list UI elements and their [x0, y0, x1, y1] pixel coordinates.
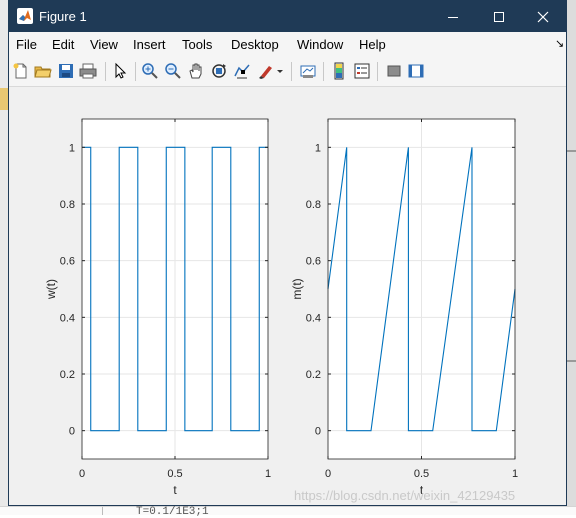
chart2-y-tick-label: 0.4: [306, 312, 321, 324]
toolbar-separator: [291, 62, 292, 81]
brush-dropdown-icon[interactable]: [275, 62, 285, 80]
chart2-y-tick-label: 0.2: [306, 369, 321, 381]
toolbar-separator: [323, 62, 324, 81]
close-icon: [537, 11, 549, 22]
window-title: Figure 1: [39, 9, 87, 24]
print-icon[interactable]: [79, 62, 97, 80]
close-button[interactable]: [520, 1, 566, 32]
watermark: https://blog.csdn.net/weixin_42129435: [294, 488, 516, 503]
toolbar-separator: [135, 62, 136, 81]
background-code-text: T=0.1/1E3;1: [136, 506, 209, 518]
title-bar: Figure 1: [9, 1, 566, 32]
chart1-y-tick-label: 0: [69, 426, 75, 438]
chart2-y-tick-label: 0: [315, 426, 321, 438]
zoom-out-icon[interactable]: [164, 62, 182, 80]
background-divider: [567, 360, 576, 362]
chart1-x-tick-label: 1: [265, 468, 271, 480]
chart2-y-tick-label: 1: [315, 142, 321, 154]
chart1-x-axis-label: t: [173, 483, 177, 497]
menu-bar: File Edit View Insert Tools Desktop Wind…: [9, 32, 566, 57]
chart2-x-tick-label: 1: [512, 468, 518, 480]
chart2-y-tick-label: 0.8: [306, 199, 321, 211]
chart1-x-tick-label: 0.5: [167, 468, 182, 480]
maximize-icon: [494, 11, 504, 22]
data-cursor-icon[interactable]: [233, 62, 251, 80]
chart2-y-axis-label: m(t): [290, 278, 304, 299]
figure-window: Figure 1 File Edit View Insert Tools Des…: [8, 0, 567, 506]
chart1-y-tick-label: 0.8: [60, 199, 75, 211]
brush-icon[interactable]: [257, 62, 275, 80]
hide-plot-tools-icon[interactable]: [385, 62, 403, 80]
chart1-y-tick-label: 0.6: [60, 256, 75, 268]
legend-icon[interactable]: [353, 62, 371, 80]
chart1-x-tick-label: 0: [79, 468, 85, 480]
pointer-icon[interactable]: [111, 62, 129, 80]
rotate-3d-icon[interactable]: [210, 62, 228, 80]
menu-view[interactable]: View: [90, 37, 118, 52]
menu-help[interactable]: Help: [359, 37, 386, 52]
show-plot-tools-icon[interactable]: [407, 62, 425, 80]
chart2-x-tick-label: 0: [325, 468, 331, 480]
minimize-icon: [448, 16, 458, 18]
chart1-y-tick-label: 0.4: [60, 312, 75, 324]
maximize-button[interactable]: [476, 1, 522, 32]
chart1-y-axis-label: w(t): [44, 279, 58, 300]
toolbar-separator: [377, 62, 378, 81]
menu-insert[interactable]: Insert: [133, 37, 166, 52]
toolbar: [9, 57, 566, 87]
chart1-y-tick-label: 1: [69, 142, 75, 154]
new-figure-icon[interactable]: [12, 62, 30, 80]
menu-tools[interactable]: Tools: [182, 37, 212, 52]
pan-icon[interactable]: [187, 62, 205, 80]
colorbar-icon[interactable]: [330, 62, 348, 80]
save-icon[interactable]: [57, 62, 75, 80]
toolbar-separator: [105, 62, 106, 81]
background-divider: [567, 150, 576, 152]
minimize-button[interactable]: [430, 1, 476, 32]
chart2-y-tick-label: 0.6: [306, 256, 321, 268]
background-app-right-edge: [567, 0, 576, 514]
open-file-icon[interactable]: [34, 62, 52, 80]
figure-canvas: 0 0.5 1 0 0.2 0.4 0.6 0.8 1 t w(t) 0 0.5 1 0 0.2 0.4 0.6 0…: [9, 87, 566, 505]
menu-edit[interactable]: Edit: [52, 37, 74, 52]
zoom-in-icon[interactable]: [141, 62, 159, 80]
plots-svg: 0 0.5 1 0 0.2 0.4 0.6 0.8 1 t w(t) 0 0.5 1 0 0.2 0.4 0.6 0…: [44, 118, 518, 497]
background-highlight: [0, 88, 8, 110]
matlab-logo-icon: [17, 8, 33, 24]
menu-desktop[interactable]: Desktop: [231, 37, 279, 52]
menu-overflow-icon[interactable]: ↘: [555, 37, 564, 50]
menu-file[interactable]: File: [16, 37, 37, 52]
chart2-x-tick-label: 0.5: [414, 468, 429, 480]
link-plot-icon[interactable]: [299, 62, 317, 80]
menu-window[interactable]: Window: [297, 37, 343, 52]
chart1-y-tick-label: 0.2: [60, 369, 75, 381]
